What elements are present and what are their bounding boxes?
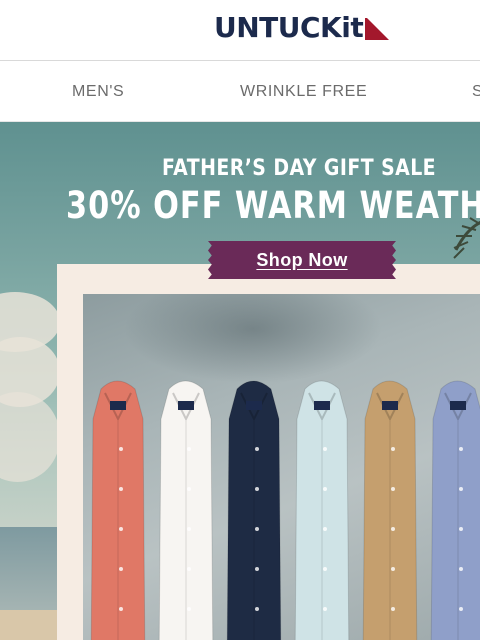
brand-name: UNTUCKit: [214, 11, 364, 44]
shop-now-label: Shop Now: [256, 249, 348, 270]
site-header: UNTUCKit: [0, 0, 480, 61]
sea-backdrop: [0, 527, 60, 617]
shirt-4: [294, 380, 350, 640]
brand-logo[interactable]: UNTUCKit: [214, 13, 391, 43]
main-nav: MEN'S WRINKLE FREE S: [0, 61, 480, 122]
product-photo-frame: [57, 264, 480, 640]
palm-shadow: [123, 294, 383, 384]
nav-item-next-partial[interactable]: S: [472, 61, 480, 121]
shirt-3: [226, 380, 282, 640]
hero-eyebrow: FATHER’S DAY GIFT SALE: [161, 156, 437, 181]
shirt-5: [362, 380, 418, 640]
shirts-photo[interactable]: [83, 294, 480, 640]
hero-headline: 30% OFF WARM WEATHER STY: [66, 184, 480, 227]
cloud-shape: [0, 392, 60, 482]
shirt-2: [158, 380, 214, 640]
brand-logo-icon: [365, 18, 390, 40]
hero-banner[interactable]: FATHER’S DAY GIFT SALE 30% OFF WARM WEAT…: [0, 122, 480, 640]
nav-item-wrinkle-free[interactable]: WRINKLE FREE: [240, 61, 367, 121]
shop-now-button[interactable]: Shop Now: [208, 241, 396, 279]
nav-item-mens[interactable]: MEN'S: [72, 61, 124, 121]
shirt-1: [90, 380, 146, 640]
shirt-6: [430, 380, 480, 640]
sand-backdrop: [0, 610, 60, 640]
